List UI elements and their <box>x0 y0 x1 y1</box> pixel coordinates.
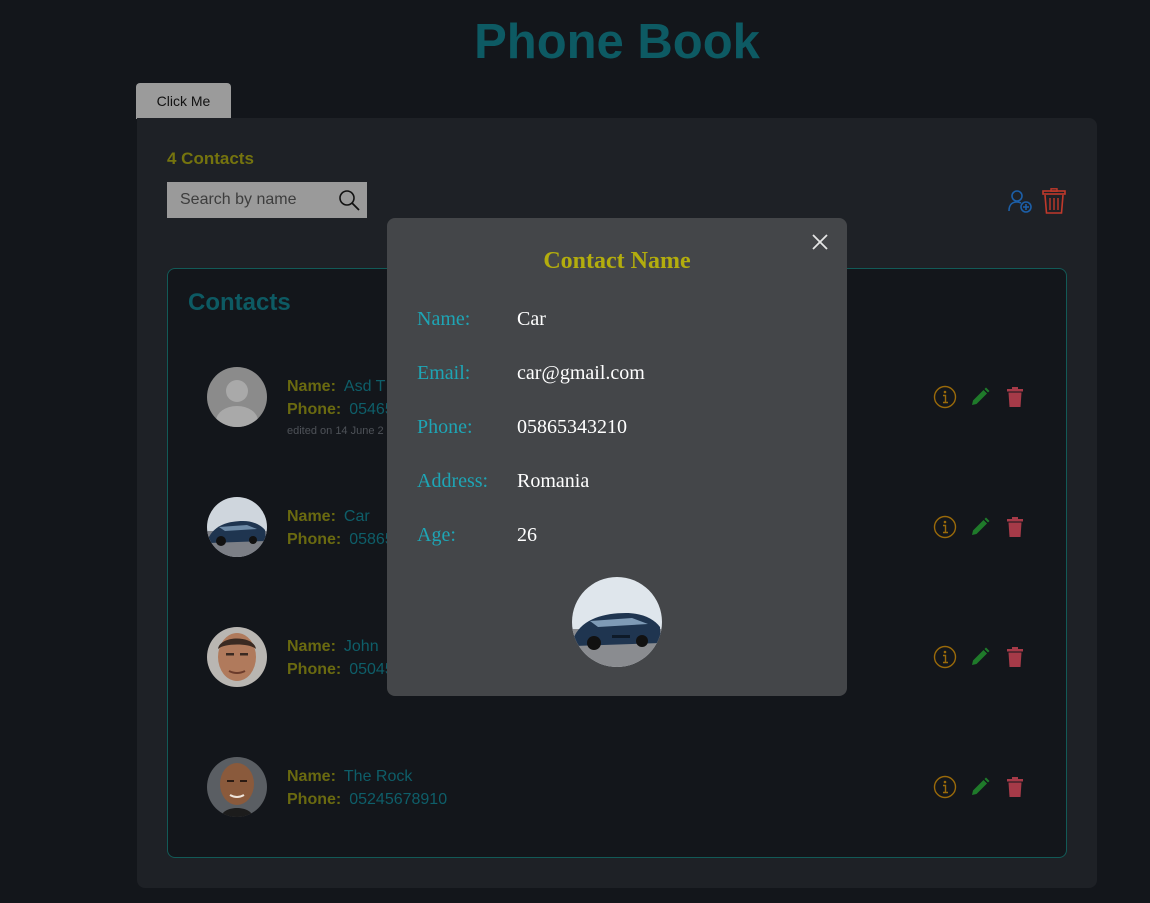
name-label: Name: <box>287 768 336 785</box>
field-value: 05865343210 <box>517 416 627 438</box>
avatar <box>207 497 267 557</box>
delete-icon[interactable] <box>1007 387 1023 407</box>
contact-photo <box>572 577 662 667</box>
delete-icon[interactable] <box>1007 647 1023 667</box>
click-me-button[interactable]: Click Me <box>136 83 231 119</box>
phone-label: Phone: <box>287 531 342 548</box>
contact-name: The Rock <box>343 768 413 785</box>
field-label: Email: <box>417 362 471 384</box>
phone-label: Phone: <box>287 401 342 418</box>
name-label: Name: <box>287 638 336 655</box>
edit-icon[interactable] <box>970 647 990 667</box>
contacts-count: 4 Contacts <box>167 149 254 168</box>
info-icon[interactable] <box>933 775 957 799</box>
name-label: Name: <box>287 378 336 395</box>
info-icon[interactable] <box>933 515 957 539</box>
contact-name: John <box>343 638 379 655</box>
contact-details-modal: Contact Name Name: Car Email: car@gmail.… <box>387 218 847 696</box>
avatar <box>207 627 267 687</box>
avatar <box>207 757 267 817</box>
field-value: Car <box>517 308 546 330</box>
delete-icon[interactable] <box>1007 517 1023 537</box>
search-icon[interactable] <box>337 188 361 212</box>
list-item[interactable]: Name: The Rock Phone: 05245678910 <box>168 757 1068 837</box>
trash-icon[interactable] <box>1042 188 1066 214</box>
field-label: Phone: <box>417 416 473 438</box>
info-icon[interactable] <box>933 385 957 409</box>
field-label: Age: <box>417 524 456 546</box>
field-value: 26 <box>517 524 537 546</box>
edit-icon[interactable] <box>970 387 990 407</box>
avatar <box>207 367 267 427</box>
field-label: Name: <box>417 308 471 330</box>
contact-info: Name: John Phone: 05045 <box>287 635 394 681</box>
field-value: car@gmail.com <box>517 362 645 384</box>
phone-label: Phone: <box>287 661 342 678</box>
contact-info: Name: Asd T Phone: 05465 edited on 14 June… <box>287 375 394 441</box>
delete-icon[interactable] <box>1007 777 1023 797</box>
contact-phone: 05245678910 <box>349 791 448 808</box>
contact-name: Asd T <box>343 378 386 395</box>
search-input[interactable] <box>167 182 332 218</box>
phone-label: Phone: <box>287 791 342 808</box>
field-value: Romania <box>517 470 590 492</box>
contact-name: Car <box>343 508 370 525</box>
page-title: Phone Book <box>474 15 760 69</box>
add-contact-icon[interactable] <box>1007 188 1033 214</box>
edit-icon[interactable] <box>970 517 990 537</box>
modal-title: Contact Name <box>543 248 691 274</box>
info-icon[interactable] <box>933 645 957 669</box>
contacts-heading: Contacts <box>188 289 291 316</box>
search-box <box>167 182 367 218</box>
field-label: Address: <box>417 470 489 492</box>
name-label: Name: <box>287 508 336 525</box>
contact-info: Name: Car Phone: 05865 <box>287 505 394 551</box>
contact-info: Name: The Rock Phone: 05245678910 <box>287 765 447 811</box>
edit-icon[interactable] <box>970 777 990 797</box>
edited-date: edited on 14 June 2 <box>287 425 384 437</box>
